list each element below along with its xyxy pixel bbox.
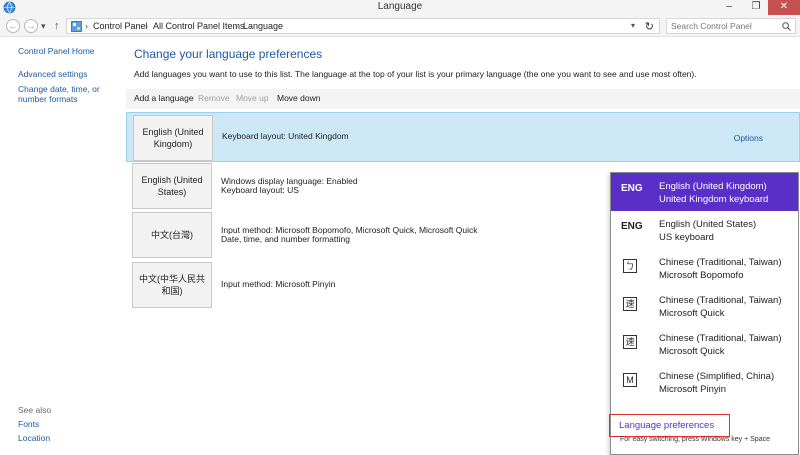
forward-icon[interactable]: → <box>24 19 38 33</box>
input-method-item[interactable]: ㄅ Chinese (Traditional, Taiwan) Microsof… <box>611 249 798 287</box>
location-link[interactable]: Location <box>18 433 50 443</box>
input-method-item[interactable]: ENG English (United Kingdom) United King… <box>611 173 798 211</box>
search-input[interactable] <box>671 20 779 32</box>
input-language: Chinese (Traditional, Taiwan) <box>659 333 782 344</box>
move-up-button[interactable]: Move up <box>236 93 269 103</box>
input-method-item[interactable]: ENG English (United States) US keyboard <box>611 211 798 249</box>
fonts-link[interactable]: Fonts <box>18 419 39 429</box>
control-panel-home-link[interactable]: Control Panel Home <box>18 46 95 56</box>
input-method-item[interactable]: 速 Chinese (Traditional, Taiwan) Microsof… <box>611 287 798 325</box>
search-box[interactable] <box>666 18 796 34</box>
breadcrumb-separator: › <box>85 21 88 31</box>
input-method: United Kingdom keyboard <box>659 194 769 205</box>
move-down-button[interactable]: Move down <box>277 93 320 103</box>
language-info-line: Input method: Microsoft Pinyin <box>221 279 336 289</box>
recent-pages-icon[interactable]: ▾ <box>41 19 46 33</box>
language-preferences-link[interactable]: Language preferences <box>619 420 714 431</box>
input-language: Chinese (Simplified, China) <box>659 371 775 382</box>
switching-hint: For easy switching, press Windows key + … <box>620 436 770 443</box>
input-language: English (United Kingdom) <box>659 181 767 192</box>
close-icon[interactable]: ✕ <box>768 0 800 15</box>
page-title: Change your language preferences <box>134 47 323 61</box>
breadcrumb-separator: › <box>235 21 238 31</box>
input-method: Microsoft Quick <box>659 346 725 357</box>
input-method: Microsoft Bopomofo <box>659 270 744 281</box>
bopomofo-icon: ㄅ <box>623 259 637 273</box>
see-also-label: See also <box>18 405 52 415</box>
refresh-icon[interactable]: ↻ <box>645 20 654 33</box>
input-method: Microsoft Pinyin <box>659 384 727 395</box>
language-info-line: Keyboard layout: US <box>221 185 299 195</box>
breadcrumb-separator: › <box>145 21 148 31</box>
options-link[interactable]: Options <box>734 133 763 143</box>
language-switcher-flyout: ENG English (United Kingdom) United King… <box>609 172 799 455</box>
search-icon[interactable] <box>782 22 791 31</box>
language-name[interactable]: 中文(中华人民共和国) <box>132 262 212 308</box>
input-method: US keyboard <box>659 232 714 243</box>
breadcrumb-all-items[interactable]: All Control Panel Items <box>153 21 245 31</box>
up-arrow-icon[interactable]: ↑ <box>54 19 60 33</box>
language-code: ENG <box>621 221 643 232</box>
restore-icon[interactable]: ❐ <box>744 0 768 15</box>
input-method-item[interactable]: M Chinese (Simplified, China) Microsoft … <box>611 363 798 401</box>
language-preferences-highlight[interactable]: Language preferences <box>609 414 730 437</box>
language-info-line: Keyboard layout: United Kingdom <box>222 131 349 141</box>
quick-icon: 速 <box>623 335 637 349</box>
window-title: Language <box>377 1 423 12</box>
title-bar: Language – ❐ ✕ <box>0 0 800 15</box>
add-language-button[interactable]: Add a language <box>134 93 194 103</box>
language-toolbar: Add a language Remove Move up Move down <box>126 89 800 109</box>
breadcrumb-control-panel[interactable]: Control Panel <box>93 21 148 31</box>
language-name[interactable]: 中文(台灣) <box>132 212 212 258</box>
language-code: ENG <box>621 183 643 194</box>
change-formats-link[interactable]: Change date, time, or number formats <box>18 84 123 104</box>
language-info-line: Date, time, and number formatting <box>221 234 350 244</box>
remove-button[interactable]: Remove <box>198 93 230 103</box>
control-panel-icon <box>71 21 82 32</box>
input-language: English (United States) <box>659 219 757 230</box>
breadcrumb-language[interactable]: Language <box>243 21 283 31</box>
language-name[interactable]: English (United States) <box>132 163 212 209</box>
page-description: Add languages you want to use to this li… <box>134 69 697 79</box>
input-language: Chinese (Traditional, Taiwan) <box>659 295 782 306</box>
left-nav: Control Panel Home Advanced settings Cha… <box>0 37 125 455</box>
back-icon[interactable]: ← <box>6 19 20 33</box>
address-bar[interactable]: › Control Panel › All Control Panel Item… <box>66 18 660 34</box>
input-method: Microsoft Quick <box>659 308 725 319</box>
minimize-icon[interactable]: – <box>717 0 741 15</box>
address-row: ← → ▾ ↑ › Control Panel › All Control Pa… <box>0 15 800 37</box>
pinyin-icon: M <box>623 373 637 387</box>
advanced-settings-link[interactable]: Advanced settings <box>18 69 87 79</box>
address-dropdown-icon[interactable]: ▾ <box>631 21 635 30</box>
input-method-item[interactable]: 速 Chinese (Traditional, Taiwan) Microsof… <box>611 325 798 363</box>
language-name[interactable]: English (United Kingdom) <box>133 115 213 161</box>
input-language: Chinese (Traditional, Taiwan) <box>659 257 782 268</box>
quick-icon: 速 <box>623 297 637 311</box>
language-row[interactable]: English (United Kingdom) Keyboard layout… <box>126 112 800 162</box>
